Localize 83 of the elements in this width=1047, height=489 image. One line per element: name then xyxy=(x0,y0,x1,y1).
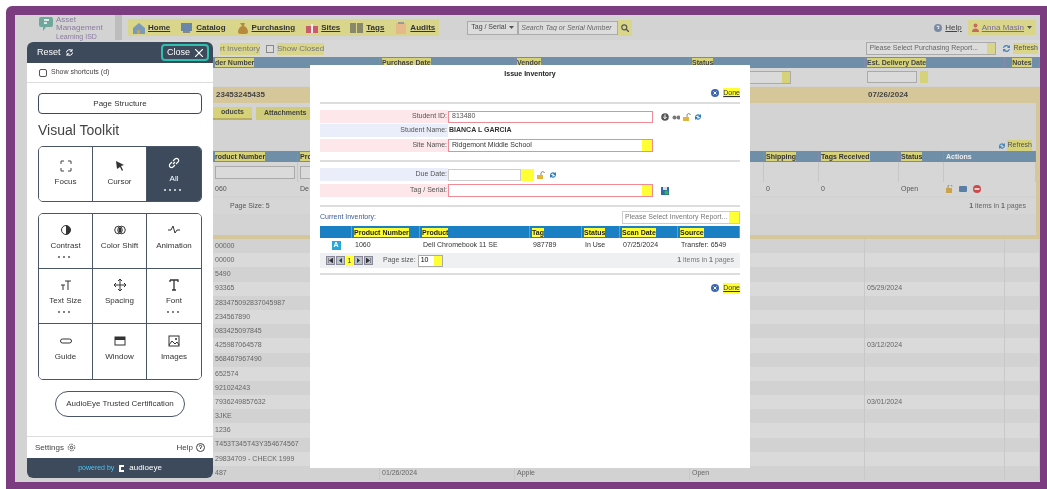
nav-link[interactable]: Catalog xyxy=(180,21,226,34)
house-icon xyxy=(132,21,145,34)
previous-page-icon xyxy=(338,258,343,263)
tag-serial-field[interactable] xyxy=(448,184,653,197)
table-cell: 07/26/2024 xyxy=(868,89,909,101)
refresh-icon xyxy=(1002,44,1012,53)
show-closed-label: Show Closed xyxy=(277,42,325,55)
logo-icon xyxy=(39,15,53,32)
close-circle-icon xyxy=(711,284,720,293)
caret-icon xyxy=(509,26,515,29)
computer-icon xyxy=(180,21,194,34)
monitor-icon[interactable] xyxy=(959,185,967,193)
nav-link[interactable]: Home xyxy=(132,21,171,34)
tool-button[interactable]: Guide xyxy=(39,324,93,379)
clipboard-icon xyxy=(394,21,408,34)
first-page-icon xyxy=(328,258,333,263)
barcode-icon xyxy=(350,21,364,34)
close-icon xyxy=(195,48,203,57)
contrast-icon xyxy=(59,224,72,236)
page-structure-button[interactable]: Page Structure xyxy=(38,93,202,114)
next-page-icon xyxy=(356,258,361,263)
unlocked-padlock-icon[interactable] xyxy=(537,170,545,179)
search-button[interactable] xyxy=(618,19,633,36)
tool-button[interactable]: Animation xyxy=(147,214,201,269)
tool-button[interactable]: Text Size xyxy=(39,269,93,324)
shortcuts-checkbox[interactable] xyxy=(39,68,47,77)
last-page-icon xyxy=(366,258,371,263)
close-button[interactable]: Close xyxy=(161,44,209,61)
previous-page-button[interactable] xyxy=(336,256,345,265)
link-icon xyxy=(168,157,180,169)
audioeye-logo-icon xyxy=(117,463,127,473)
window-icon xyxy=(113,334,126,347)
settings-icon xyxy=(66,443,76,452)
refresh-icon xyxy=(64,48,74,57)
tool-button[interactable]: All xyxy=(147,147,201,201)
logo-text: Management xyxy=(56,23,103,32)
tool-button[interactable]: Color Shift xyxy=(93,214,147,269)
due-date-field[interactable] xyxy=(448,168,521,181)
refresh-icon[interactable] xyxy=(694,112,702,121)
download-icon[interactable] xyxy=(661,112,669,121)
tool-button[interactable]: Spacing xyxy=(93,269,147,324)
unlocked-padlock-icon[interactable] xyxy=(683,112,691,121)
tool-button[interactable]: Focus xyxy=(39,147,93,201)
scrollbar xyxy=(115,15,122,40)
refresh-icon xyxy=(998,141,1007,150)
tool-button[interactable]: Contrast xyxy=(39,214,93,269)
person-icon xyxy=(971,23,979,32)
first-page-button[interactable] xyxy=(326,256,335,265)
help-icon xyxy=(196,443,205,452)
lock-icon[interactable] xyxy=(946,185,953,193)
nav-link[interactable]: Audits xyxy=(394,21,436,34)
settings-button[interactable]: Settings xyxy=(35,441,76,454)
caret-icon xyxy=(1027,26,1032,29)
cursor-icon xyxy=(113,160,126,172)
refresh-icon[interactable] xyxy=(549,170,557,179)
table-cell: 23453245435 xyxy=(216,89,265,101)
help-button[interactable]: Help xyxy=(176,441,205,454)
filter-field[interactable] xyxy=(215,165,295,179)
nav-link[interactable]: Purchasing xyxy=(235,21,296,34)
nav-link[interactable]: Sites xyxy=(305,21,341,34)
font-icon xyxy=(168,279,180,291)
last-page-button[interactable] xyxy=(364,256,373,265)
reset-button[interactable]: Reset xyxy=(37,45,74,60)
help-link[interactable]: Help xyxy=(934,21,962,34)
close-circle-icon xyxy=(711,88,720,97)
pulse-icon xyxy=(168,224,180,236)
next-page-button[interactable] xyxy=(354,256,363,265)
text-size-icon xyxy=(59,279,72,291)
filter-field[interactable] xyxy=(867,71,917,83)
help-icon xyxy=(934,23,943,32)
overlapping-circles-icon xyxy=(113,224,126,236)
image-icon xyxy=(168,334,180,347)
panel-heading: Visual Toolkit xyxy=(38,122,121,138)
gift-icon xyxy=(305,21,319,34)
nav-link[interactable]: Tags xyxy=(350,21,385,34)
search-icon xyxy=(621,23,630,32)
brand-name: audioeye xyxy=(129,462,162,474)
show-closed-checkbox[interactable] xyxy=(266,44,274,53)
money-bag-icon xyxy=(235,21,249,34)
move-arrows-icon xyxy=(113,279,126,291)
delete-icon[interactable] xyxy=(973,185,981,193)
focus-frame-icon xyxy=(59,160,72,172)
logo-text: Asset xyxy=(56,15,77,24)
